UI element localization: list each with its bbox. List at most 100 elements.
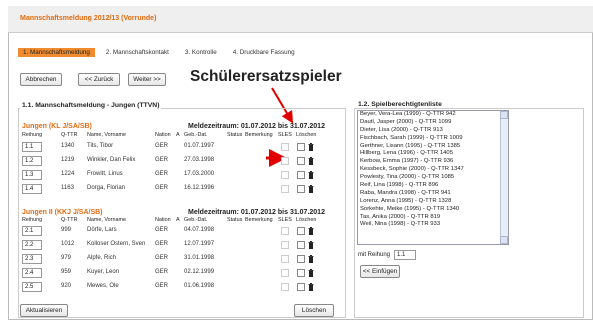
group1-period: Meldezeitraum: 01.07.2012 bis 31.07.2012 (188, 123, 325, 130)
group2-row-reihung-input[interactable]: 2.1 (22, 226, 42, 236)
group2-row-nation: GER (155, 269, 169, 275)
player-list-item[interactable]: Sorkehte, Meike (1995) - Q-TTR 1340 (358, 206, 508, 214)
col-nation: Nation (155, 217, 171, 223)
player-list-item[interactable]: Weil, Nina (1998) - Q-TTR 933 (358, 221, 508, 229)
player-list-item[interactable]: Powlesty, Tina (2000) - Q-TTR 1085 (358, 174, 508, 182)
group1-row-name: Frowitt, Linus (87, 171, 123, 177)
group2-row-name: Dörfe, Lars (87, 227, 117, 233)
group2-row-nation: GER (155, 255, 169, 261)
group2-row-reihung-input[interactable]: 2.2 (22, 240, 42, 250)
group1-row-qttr: 1163 (61, 185, 74, 191)
group2-row-qttr: 920 (61, 283, 72, 289)
trash-icon[interactable] (308, 255, 314, 263)
group2-row-geb: 12.07.1997 (184, 241, 215, 247)
group1-row-delete-checkbox[interactable] (297, 157, 305, 165)
reihung-label: mit Reihung (358, 252, 391, 258)
trash-icon[interactable] (308, 227, 314, 235)
player-list-item[interactable]: Hillberg, Lena (1996) - Q-TTR 1405 (358, 150, 508, 158)
player-list-item[interactable]: Kessbeck, Sophie (2000) - Q-TTR 1347 (358, 166, 508, 174)
col-bemerkung: Bemerkung (245, 217, 273, 223)
player-list-item[interactable]: Lorenz, Anna (1995) - Q-TTR 1328 (358, 198, 508, 206)
trash-icon[interactable] (308, 171, 314, 179)
group2-row-nation: GER (155, 227, 169, 233)
reihung-input[interactable]: 1.1 (394, 250, 416, 260)
group2-row-sles-checkbox[interactable] (281, 227, 289, 235)
trash-icon[interactable] (308, 241, 314, 249)
group2-row-delete-checkbox[interactable] (297, 269, 305, 277)
trash-icon[interactable] (308, 185, 314, 193)
group1-row-delete-checkbox[interactable] (297, 171, 305, 179)
col-nation: Nation (155, 132, 171, 138)
player-list-item[interactable]: Gerthner, Lisann (1995) - Q-TTR 1385 (358, 143, 508, 151)
trash-icon[interactable] (308, 269, 314, 277)
col-status: Status (227, 217, 243, 223)
group1-row-nation: GER (155, 157, 169, 163)
col-sles: SLES (278, 217, 292, 223)
group2-row-sles-checkbox[interactable] (281, 283, 289, 291)
group1-row-geb: 16.12.1996 (184, 185, 215, 191)
refresh-button[interactable]: Aktualisieren (20, 304, 68, 317)
group2-row-delete-checkbox[interactable] (297, 241, 305, 249)
group1-row-nation: GER (155, 185, 169, 191)
group1-row-reihung-input[interactable]: 1.4 (22, 184, 42, 194)
group1-row-nation: GER (155, 171, 169, 177)
col-name: Name, Vorname (87, 132, 126, 138)
trash-icon[interactable] (308, 283, 314, 291)
group2-row-delete-checkbox[interactable] (297, 255, 305, 263)
group1-row-reihung-input[interactable]: 1.3 (22, 170, 42, 180)
group1-row-name: Dorga, Florian (87, 185, 126, 191)
group2-row-qttr: 1012 (61, 241, 75, 247)
group1-row-sles-checkbox[interactable] (281, 157, 289, 165)
group2-row-sles-checkbox[interactable] (281, 241, 289, 249)
trash-icon[interactable] (308, 157, 314, 165)
delete-button[interactable]: Löschen (294, 304, 334, 317)
player-list-item[interactable]: Fischbach, Sarah (1999) - Q-TTR 1009 (358, 135, 508, 143)
group2-row-qttr: 979 (61, 255, 72, 261)
group2-row-delete-checkbox[interactable] (297, 227, 305, 235)
right-panel-title: 1.2. Spielberechtigtenliste (356, 101, 444, 108)
group1-row-geb: 01.07.1997 (184, 143, 215, 149)
player-list-item[interactable]: Dieter, Lisa (2000) - Q-TTR 913 (358, 127, 508, 135)
player-list-item[interactable]: Beyer, Vera-Lea (1999) - Q-TTR 942 (358, 111, 508, 119)
player-list-item[interactable]: Reif, Lina (1998) - Q-TTR 896 (358, 182, 508, 190)
group1-row-sles-checkbox[interactable] (281, 171, 289, 179)
group2-row-name: Alpfe, Rich (87, 255, 117, 261)
col-loeschen: Löschen (296, 132, 317, 138)
col-qttr: Q-TTR (61, 132, 78, 138)
group2-row-geb: 02.12.1999 (184, 269, 215, 275)
player-list-item[interactable]: Kerbow, Emma (1997) - Q-TTR 936 (358, 158, 508, 166)
group2-row-reihung-input[interactable]: 2.5 (22, 282, 42, 292)
group1-row-nation: GER (155, 143, 169, 149)
group1-row-delete-checkbox[interactable] (297, 143, 305, 151)
player-listbox[interactable]: Beyer, Vera-Lea (1999) - Q-TTR 942 Dautl,… (357, 110, 509, 245)
left-panel-title: 1.1. Mannschaftsmeldung - Jungen (TTVN) (20, 102, 162, 109)
group2-row-reihung-input[interactable]: 2.3 (22, 254, 42, 264)
scroll-up-icon[interactable] (500, 111, 508, 119)
player-list-item[interactable]: Raba, Mandra (1998) - Q-TTR 941 (358, 190, 508, 198)
group2-row-delete-checkbox[interactable] (297, 283, 305, 291)
player-list-item[interactable]: Tas, Anika (2000) - Q-TTR 819 (358, 214, 508, 222)
group2-row-sles-checkbox[interactable] (281, 269, 289, 277)
col-loeschen: Löschen (296, 217, 317, 223)
group2-row-name: Kolloser Ostern, Sven (87, 241, 146, 247)
player-list-item[interactable]: Dautl, Jasper (2000) - Q-TTR 1099 (358, 119, 508, 127)
listbox-scrollbar[interactable] (500, 111, 508, 244)
group1-row-reihung-input[interactable]: 1.2 (22, 156, 42, 166)
col-status: Status (227, 132, 243, 138)
scroll-down-icon[interactable] (500, 236, 508, 244)
group1-row-sles-checkbox[interactable] (281, 185, 289, 193)
group1-row-geb: 27.03.1998 (184, 157, 215, 163)
col-reihung: Reihung (22, 217, 43, 223)
group1-row-sles-checkbox[interactable] (281, 143, 289, 151)
group2-row-name: Mewes, Ole (87, 283, 119, 289)
group2-period: Meldezeitraum: 01.07.2012 bis 31.07.2012 (188, 209, 325, 216)
group1-row-delete-checkbox[interactable] (297, 185, 305, 193)
insert-button[interactable]: << Einfügen (360, 265, 400, 278)
trash-icon[interactable] (308, 143, 314, 151)
col-reihung: Reihung (22, 132, 43, 138)
group2-row-reihung-input[interactable]: 2.4 (22, 268, 42, 278)
group1-row-geb: 17.03.2000 (184, 171, 215, 177)
group1-row-reihung-input[interactable]: 1.1 (22, 142, 42, 152)
group2-row-sles-checkbox[interactable] (281, 255, 289, 263)
group2-row-qttr: 959 (61, 269, 72, 275)
